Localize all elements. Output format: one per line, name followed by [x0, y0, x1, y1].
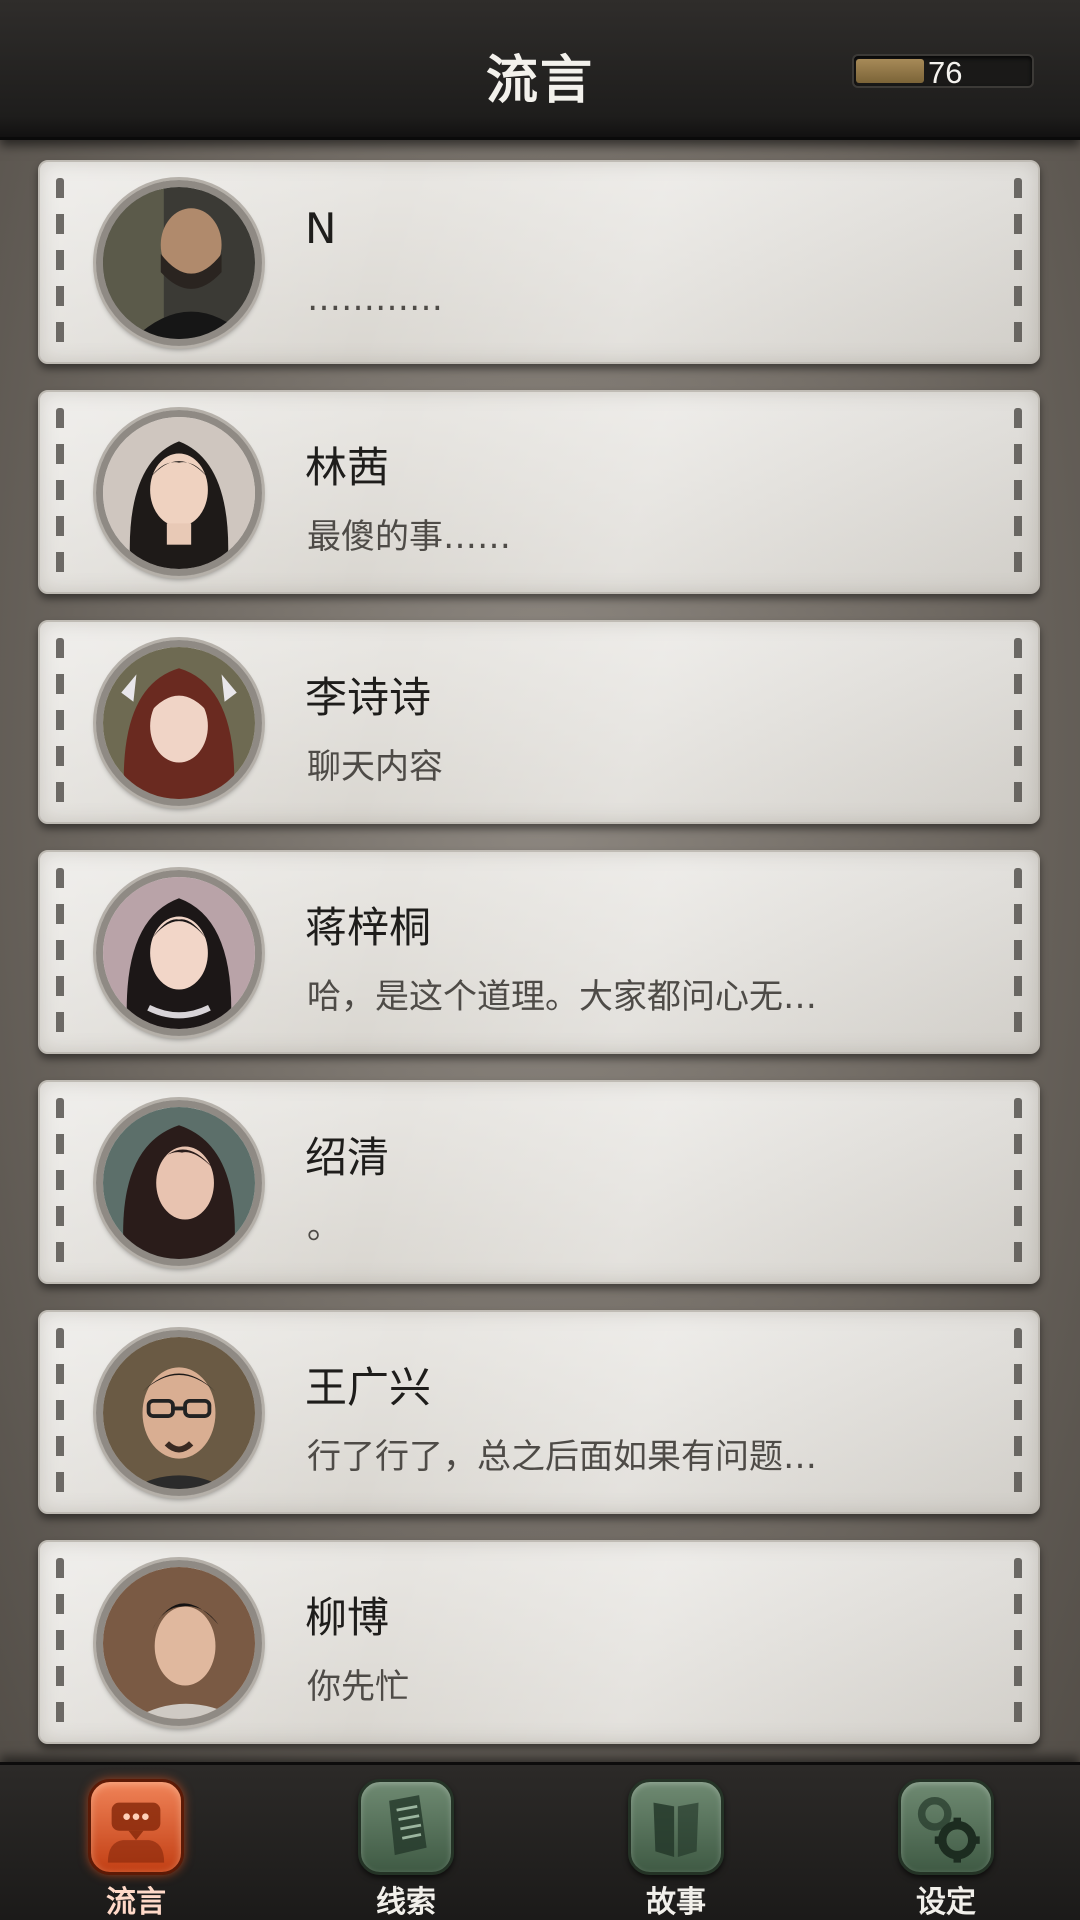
- energy-meter-fill: [856, 59, 924, 83]
- card-stitch-right: [1014, 1098, 1022, 1266]
- card-stitch-left: [56, 408, 64, 576]
- woman-long-dark-hair-portrait: [103, 417, 255, 569]
- avatar[interactable]: [96, 180, 262, 346]
- avatar[interactable]: [96, 640, 262, 806]
- contact-last-message: 最傻的事……: [307, 517, 511, 557]
- chat-bubble-icon: [88, 1779, 184, 1875]
- card-stitch-right: [1014, 1328, 1022, 1496]
- header-bar: 流言 76: [0, 0, 1080, 140]
- tab-clues[interactable]: 线索: [336, 1779, 476, 1920]
- contact-card[interactable]: 绍清 。: [38, 1080, 1040, 1284]
- man-bearded-portrait: [103, 187, 255, 339]
- app-root: 流言 76 N ………… 林茜 最傻的事…… 李诗诗 聊天内容 蒋梓桐 哈，是这…: [0, 0, 1080, 1920]
- contact-last-message: 。: [307, 1207, 341, 1247]
- contact-last-message: 行了行了，总之后面如果有问题…: [307, 1437, 817, 1477]
- card-stitch-left: [56, 1558, 64, 1726]
- card-stitch-right: [1014, 178, 1022, 346]
- bottom-tab-bar: 流言 线索 故事 设定: [0, 1762, 1080, 1920]
- card-stitch-right: [1014, 868, 1022, 1036]
- card-stitch-left: [56, 1098, 64, 1266]
- woman-dark-hair-portrait: [103, 877, 255, 1029]
- contact-name: 林茜: [305, 443, 390, 492]
- tab-rumors[interactable]: 流言: [66, 1779, 206, 1920]
- tab-label: 线索: [376, 1885, 436, 1920]
- avatar[interactable]: [96, 1330, 262, 1496]
- man-short-hair-portrait: [103, 1567, 255, 1719]
- avatar[interactable]: [96, 1560, 262, 1726]
- contact-card[interactable]: 林茜 最傻的事……: [38, 390, 1040, 594]
- avatar[interactable]: [96, 870, 262, 1036]
- card-stitch-left: [56, 178, 64, 346]
- card-stitch-right: [1014, 408, 1022, 576]
- contact-card[interactable]: 蒋梓桐 哈，是这个道理。大家都问心无…: [38, 850, 1040, 1054]
- contact-card[interactable]: N …………: [38, 160, 1040, 364]
- energy-value: 76: [928, 55, 963, 88]
- contact-name: 绍清: [305, 1133, 390, 1182]
- contact-card[interactable]: 李诗诗 聊天内容: [38, 620, 1040, 824]
- card-stitch-left: [56, 868, 64, 1036]
- contact-last-message: 你先忙: [307, 1667, 409, 1707]
- tab-label: 设定: [916, 1885, 976, 1920]
- avatar[interactable]: [96, 1100, 262, 1266]
- man-glasses-portrait: [103, 1337, 255, 1489]
- contact-card[interactable]: 柳博 你先忙: [38, 1540, 1040, 1744]
- contact-name: N: [305, 204, 337, 253]
- avatar[interactable]: [96, 410, 262, 576]
- tab-stories[interactable]: 故事: [606, 1779, 746, 1920]
- card-stitch-right: [1014, 638, 1022, 806]
- contact-name: 李诗诗: [305, 673, 432, 722]
- contact-last-message: 聊天内容: [307, 747, 443, 787]
- document-icon: [358, 1779, 454, 1875]
- contact-name: 柳博: [305, 1593, 390, 1642]
- tab-settings[interactable]: 设定: [876, 1779, 1016, 1920]
- card-stitch-left: [56, 1328, 64, 1496]
- woman-auburn-hair-portrait: [103, 647, 255, 799]
- contact-name: 蒋梓桐: [305, 903, 432, 952]
- contact-last-message: 哈，是这个道理。大家都问心无…: [307, 977, 817, 1017]
- tab-label: 流言: [106, 1885, 166, 1920]
- tab-label: 故事: [646, 1885, 706, 1920]
- energy-meter: 76: [852, 54, 1034, 88]
- card-stitch-left: [56, 638, 64, 806]
- woman-long-hair-portrait: [103, 1107, 255, 1259]
- card-stitch-right: [1014, 1558, 1022, 1726]
- contact-last-message: …………: [307, 279, 443, 319]
- contact-card[interactable]: 王广兴 行了行了，总之后面如果有问题…: [38, 1310, 1040, 1514]
- gear-icon: [898, 1779, 994, 1875]
- contact-name: 王广兴: [305, 1363, 432, 1412]
- book-icon: [628, 1779, 724, 1875]
